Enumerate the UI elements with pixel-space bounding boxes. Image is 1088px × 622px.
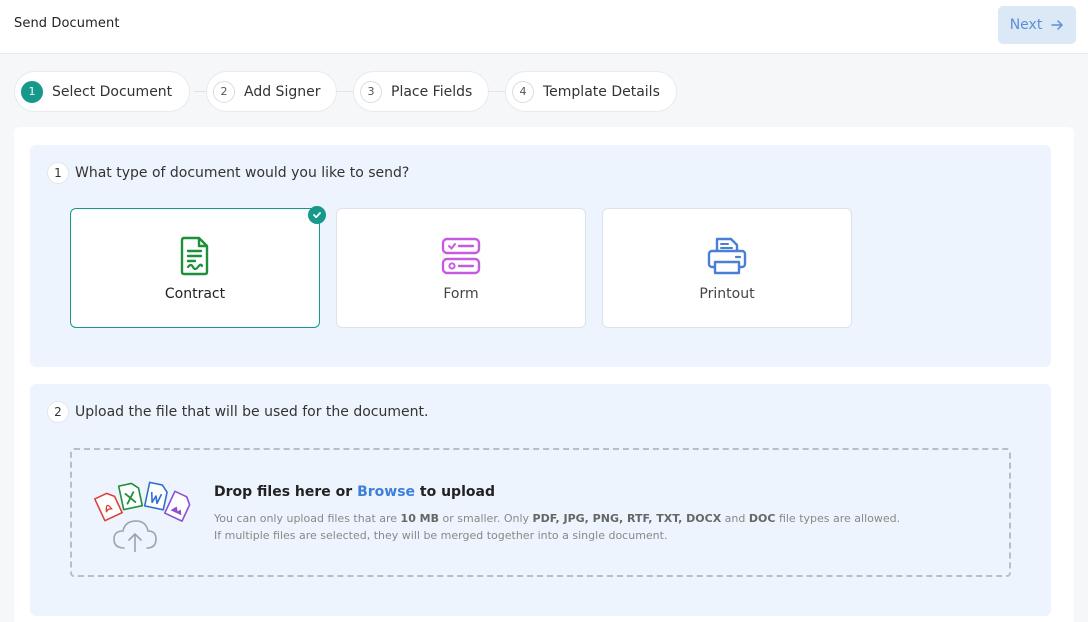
step-label: Place Fields [391,83,473,100]
hint-text: or smaller. Only [439,512,533,525]
step-select-document[interactable]: 1 Select Document [14,71,190,112]
printer-icon [705,234,749,278]
upload-illustration-icon [93,476,194,553]
step-label: Select Document [52,83,173,100]
form-icon [439,234,483,278]
question-number: 2 [47,401,69,423]
upload-hint-limits: You can only upload files that are 10 MB… [214,512,900,525]
upload-hint-merge: If multiple files are selected, they wil… [214,529,668,542]
stepper: 1 Select Document 2 Add Signer 3 Place F… [14,71,694,112]
step-label: Add Signer [244,83,321,100]
arrow-right-icon [1051,20,1064,30]
drop-title-prefix: Drop files here or [214,484,358,500]
page-title: Send Document [14,16,120,31]
upload-question: 2 Upload the file that will be used for … [47,401,428,423]
contract-icon [173,234,217,278]
document-type-question: 1 What type of document would you like t… [47,162,409,184]
hint-doc-type: DOC [748,512,776,525]
drop-title-suffix: to upload [415,484,495,500]
hint-types: PDF, JPG, PNG, RTF, TXT, DOCX [532,512,722,525]
step-label: Template Details [543,83,660,100]
next-button[interactable]: Next [998,6,1076,44]
top-bar: Send Document Next [0,0,1088,54]
browse-link[interactable]: Browse [357,484,415,500]
step-number: 2 [213,80,235,103]
step-template-details[interactable]: 4 Template Details [505,71,677,112]
step-place-fields[interactable]: 3 Place Fields [353,71,489,112]
drop-title: Drop files here or Browse to upload [214,484,495,500]
next-button-label: Next [1009,17,1043,33]
checkmark-icon [308,206,326,224]
step-add-signer[interactable]: 2 Add Signer [206,71,337,112]
file-drop-zone[interactable]: Drop files here or Browse to upload You … [70,448,1011,577]
step-number: 4 [512,80,534,103]
hint-size: 10 MB [400,512,440,525]
step-number: 1 [21,80,43,103]
option-label: Contract [164,286,226,302]
option-form[interactable]: Form [336,208,586,328]
option-contract[interactable]: Contract [70,206,326,328]
question-number: 1 [47,162,69,184]
hint-text: file types are allowed. [775,512,901,525]
option-label: Form [443,286,479,302]
option-label: Printout [699,286,755,302]
hint-text: You can only upload files that are [214,512,401,525]
step-number: 3 [360,80,382,103]
hint-text: and [721,512,749,525]
option-printout[interactable]: Printout [602,208,852,328]
question-text: Upload the file that will be used for th… [75,404,429,420]
question-text: What type of document would you like to … [75,165,410,181]
